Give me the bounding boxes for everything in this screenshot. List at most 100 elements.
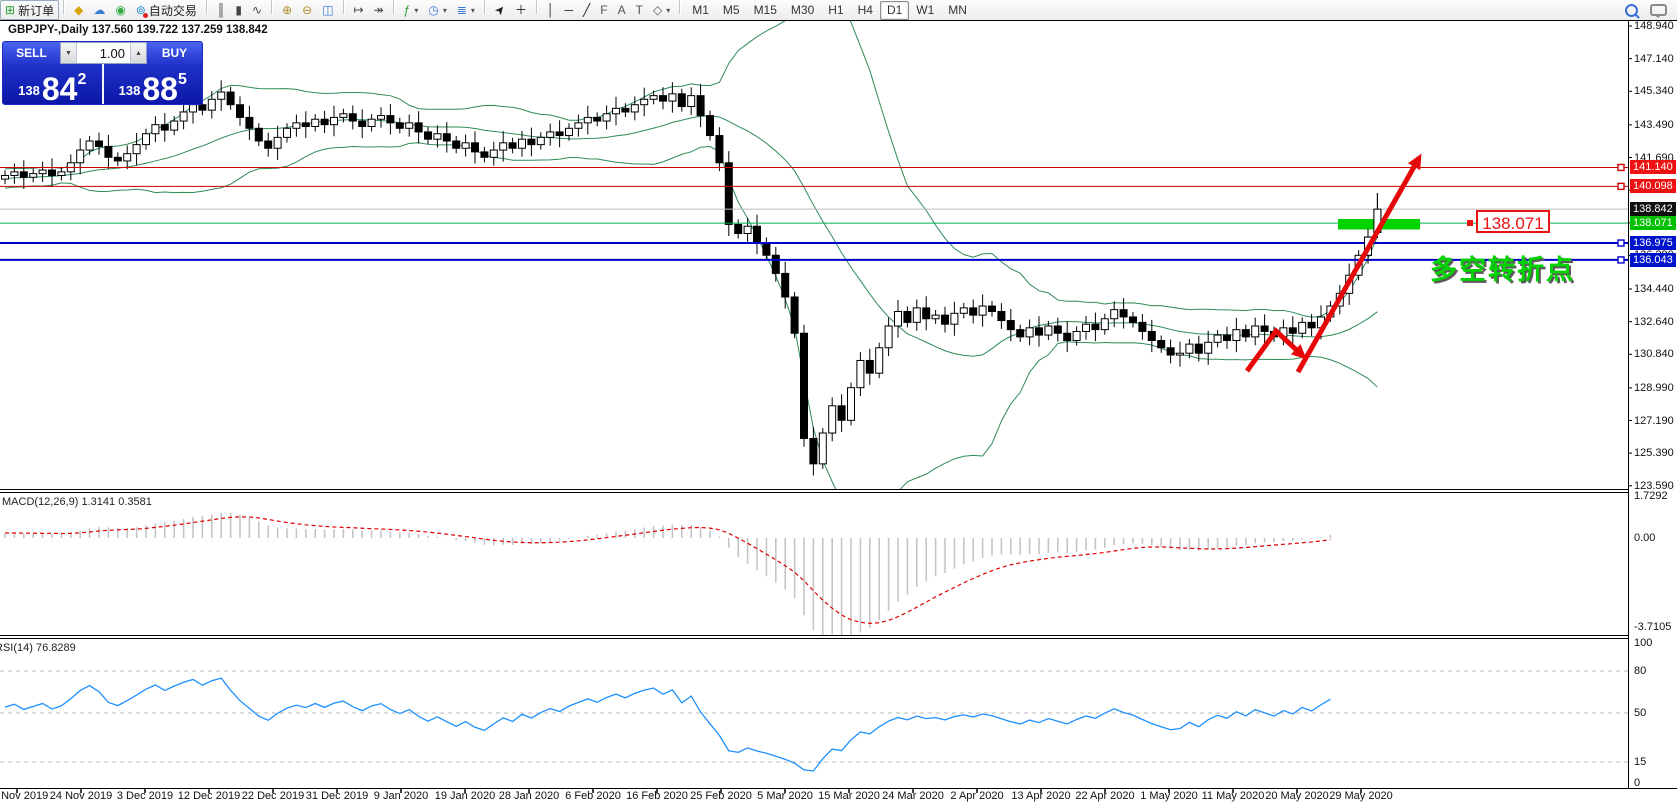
macd-axis-tick: 0.00 (1634, 532, 1655, 544)
macd-signal-value: 0.3581 (118, 496, 152, 508)
sell-price[interactable]: 138 84 2 (3, 64, 104, 104)
auto-trading-button[interactable]: ⊚自动交易 (131, 0, 202, 20)
price-axis[interactable]: 148.940147.140145.340143.490141.690139.8… (1629, 20, 1677, 788)
timeframe-m5[interactable]: M5 (716, 1, 747, 20)
turning-point-annotation[interactable]: 多空转折点 (1430, 248, 1575, 287)
new-order-button[interactable]: ⊞新订单 (0, 0, 59, 20)
crosshair-icon: ＋ (515, 4, 527, 16)
shapes-button[interactable]: ◇▾ (648, 0, 675, 20)
templates-button[interactable]: ≣▾ (452, 0, 480, 20)
macd-axis-tick: -3.7105 (1634, 621, 1671, 633)
line-chart-button[interactable]: ∿ (247, 0, 267, 20)
text-label-button[interactable]: T (631, 0, 648, 20)
vertical-line-button[interactable]: │ (542, 0, 560, 20)
date-label: 19 Jan 2020 (435, 790, 496, 802)
toolbar-separator (536, 0, 538, 14)
buy-button[interactable]: BUY (147, 42, 202, 64)
main-toolbar: ⊞新订单◆☁◉⊚自动交易║▮∿⊕⊖◫↦↠ƒ▾◷▾≣▾➤＋│─╱FAT◇▾ M1M… (0, 0, 1677, 20)
date-label: 31 Dec 2019 (306, 790, 368, 802)
rsi-axis-tick: 0 (1634, 777, 1640, 789)
rsi-name: RSI(14) (0, 642, 33, 654)
text-label-icon: T (636, 4, 643, 16)
date-label: 14 Nov 2019 (0, 790, 48, 802)
toolbar-separator (484, 0, 486, 14)
fibonacci-button[interactable]: F (595, 0, 612, 20)
price-tick: 134.440 (1634, 283, 1674, 295)
tile-windows-button[interactable]: ◫ (317, 0, 338, 20)
price-level-annotation[interactable]: 138.071 (1476, 210, 1550, 233)
date-label: 25 Feb 2020 (690, 790, 752, 802)
signals-icon: ◉ (115, 4, 125, 16)
timeframe-w1[interactable]: W1 (909, 1, 941, 20)
trendline-button[interactable]: ╱ (578, 0, 595, 20)
indicators-icon: ƒ (404, 4, 411, 16)
toolbar-separator (63, 0, 65, 14)
search-icon[interactable] (1625, 4, 1638, 17)
date-label: 22 Apr 2020 (1075, 790, 1134, 802)
candlestick-chart-button[interactable]: ▮ (230, 0, 247, 20)
indicators-button[interactable]: ƒ▾ (399, 0, 424, 20)
rsi-line (5, 678, 1330, 771)
time-axis[interactable]: 14 Nov 201924 Nov 20193 Dec 201912 Dec 2… (0, 789, 1677, 803)
chart-canvas[interactable] (0, 20, 1677, 803)
timeframe-m30[interactable]: M30 (784, 1, 821, 20)
periods-button[interactable]: ◷▾ (423, 0, 452, 20)
toolbar-separator (271, 0, 273, 14)
auto-trading-status-dot (143, 13, 148, 18)
candles-layer (2, 80, 1381, 475)
timeframe-m15[interactable]: M15 (747, 1, 784, 20)
styler-button[interactable]: ◆ (69, 0, 88, 20)
date-label: 2 Apr 2020 (950, 790, 1003, 802)
zoom-out-icon: ⊖ (302, 4, 312, 16)
zoom-in-button[interactable]: ⊕ (277, 0, 297, 20)
horizontal-line-icon: ─ (565, 4, 574, 16)
volume-value[interactable]: 1.00 (77, 43, 130, 63)
timeframe-h4[interactable]: H4 (851, 1, 880, 20)
date-label: 28 Jan 2020 (499, 790, 560, 802)
trendline-icon: ╱ (583, 4, 590, 16)
price-tick: 130.840 (1634, 348, 1674, 360)
buy-price[interactable]: 138 88 5 (104, 64, 203, 104)
toolbar-separator (206, 0, 208, 14)
community-button[interactable]: ☁ (88, 0, 110, 20)
date-label: 12 Dec 2019 (178, 790, 240, 802)
signals-button[interactable]: ◉ (110, 0, 130, 20)
chart-shift-button[interactable]: ↠ (369, 0, 389, 20)
sell-button[interactable]: SELL (3, 42, 60, 64)
toolbar-buttons: ⊞新订单 ◆☁ ◉ ⊚自动交易 ║▮∿ ⊕ ⊖ ◫ ↦↠ ƒ▾◷▾≣▾ ➤ ＋ │ ─ ╱ FAT ◇▾ (0, 0, 685, 20)
toolbar-right (1625, 4, 1677, 17)
toolbar-separator (393, 0, 395, 14)
fibonacci-icon: F (600, 4, 607, 16)
date-label: 3 Dec 2019 (117, 790, 173, 802)
rsi-level-lines (0, 671, 1628, 762)
timeframe-mn[interactable]: MN (941, 1, 974, 20)
price-label-138.071: 138.071 (1630, 216, 1676, 230)
crosshair-button[interactable]: ＋ (510, 0, 532, 20)
volume-decrease-button[interactable]: ▼ (61, 43, 77, 63)
buy-price-pips: 88 (142, 76, 178, 102)
auto-trading-button-label: 自动交易 (149, 2, 197, 19)
cursor-icon: ➤ (492, 2, 508, 17)
price-level-lines[interactable] (0, 164, 1628, 262)
macd-main-value: 1.3141 (81, 496, 115, 508)
date-label: 22 Dec 2019 (242, 790, 304, 802)
tile-windows-icon: ◫ (322, 4, 333, 16)
timeframe-h1[interactable]: H1 (821, 1, 850, 20)
cursor-button[interactable]: ➤ (490, 0, 510, 20)
sell-price-point: 2 (77, 71, 86, 89)
text-button[interactable]: A (613, 0, 631, 20)
bar-chart-button[interactable]: ║ (212, 0, 231, 20)
zoom-out-button[interactable]: ⊖ (297, 0, 317, 20)
timeframe-m1[interactable]: M1 (685, 1, 716, 20)
date-label: 16 Feb 2020 (626, 790, 688, 802)
volume-field[interactable]: ▼ 1.00 ▲ (60, 42, 147, 64)
timeframe-d1[interactable]: D1 (880, 1, 909, 20)
horizontal-line-button[interactable]: ─ (560, 0, 579, 20)
price-label-136.043: 136.043 (1630, 253, 1676, 267)
sell-price-base: 138 (18, 83, 40, 98)
volume-increase-button[interactable]: ▲ (130, 43, 146, 63)
auto-scroll-button[interactable]: ↦ (349, 0, 369, 20)
zoom-in-icon: ⊕ (282, 4, 292, 16)
shapes-icon: ◇ (653, 4, 662, 16)
chat-icon[interactable] (1650, 4, 1667, 16)
